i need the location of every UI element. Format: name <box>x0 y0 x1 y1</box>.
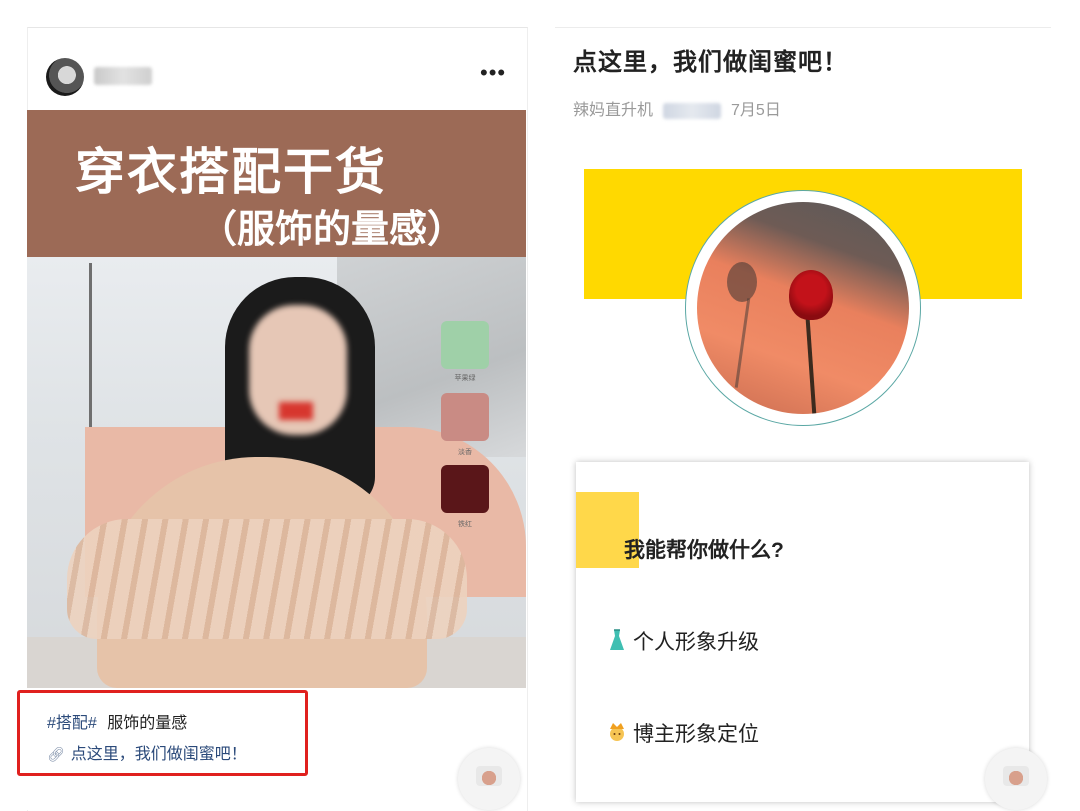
caption-link[interactable]: 🔗︎ 点这里，我们做闺蜜吧！ <box>47 740 247 764</box>
cover-photo: 苹果绿 淡香 铁红 <box>27 257 526 688</box>
rose-stem <box>805 316 817 414</box>
avatar[interactable] <box>46 58 84 96</box>
floating-mini-player[interactable] <box>458 748 520 810</box>
rose-flower <box>789 270 833 320</box>
article-meta: 辣妈直升机 7月5日 <box>573 96 781 120</box>
swatch-label: 苹果绿 <box>454 375 476 382</box>
account-name[interactable]: 辣妈直升机 <box>573 102 653 119</box>
service-item: 博主形象定位 <box>605 718 759 748</box>
caption-body: 服饰的量感 <box>107 715 188 732</box>
post-cover-image[interactable]: 穿衣搭配干货 （服饰的量感） 苹果绿 淡香 铁红 <box>27 110 526 688</box>
cover-subtitle: （服饰的量感） <box>199 206 466 251</box>
mini-player-thumbnail <box>476 766 502 786</box>
mini-player-thumbnail <box>1003 766 1029 786</box>
swatch-label: 淡香 <box>458 449 472 456</box>
crown-person-icon <box>610 723 624 741</box>
article-title: 点这里，我们做闺蜜吧！ <box>573 49 848 76</box>
rose-shadow <box>727 262 757 302</box>
caption-link-text[interactable]: 点这里，我们做闺蜜吧！ <box>71 746 247 763</box>
model-lips-blurred <box>279 402 313 420</box>
username-blurred[interactable] <box>94 67 152 85</box>
service-item-label: 博主形象定位 <box>633 723 759 746</box>
publish-date: 7月5日 <box>731 102 781 119</box>
color-swatch-green <box>441 321 489 369</box>
rose-shadow-stem <box>734 298 751 388</box>
cover-title: 穿衣搭配干货 <box>75 142 387 201</box>
color-swatch-pink <box>441 393 489 441</box>
card-heading: 我能帮你做什么? <box>624 539 784 562</box>
rose-profile-image <box>697 202 909 414</box>
floating-mini-player[interactable] <box>985 748 1047 810</box>
more-options-icon[interactable]: ••• <box>480 62 506 84</box>
hashtag-link[interactable]: #搭配# <box>47 715 97 732</box>
service-item: 个人形象升级 <box>605 626 759 656</box>
author-blurred <box>663 102 722 119</box>
cover-banner: 穿衣搭配干货 （服饰的量感） <box>27 110 526 257</box>
caption-text: #搭配# 服饰的量感 <box>47 709 187 733</box>
link-icon: 🔗︎ <box>47 746 65 762</box>
service-item-label: 个人形象升级 <box>633 631 759 654</box>
dress-icon <box>610 629 624 650</box>
model-ruffle-sleeves <box>67 519 467 639</box>
color-swatch-red <box>441 465 489 513</box>
swatch-label: 铁红 <box>458 521 472 528</box>
